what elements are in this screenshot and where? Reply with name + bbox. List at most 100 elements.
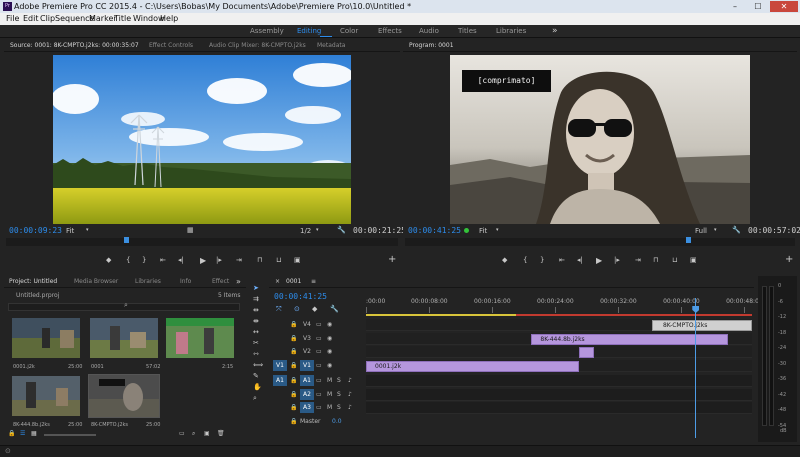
timeline-playhead[interactable] bbox=[695, 298, 697, 438]
program-current-timecode[interactable]: 00:00:41:25 bbox=[408, 226, 461, 235]
workspace-color[interactable]: Color bbox=[340, 25, 358, 38]
lift-button[interactable]: ⊓ bbox=[653, 256, 658, 264]
timeline-current-timecode[interactable]: 00:00:41:25 bbox=[274, 292, 327, 301]
slip-tool-icon[interactable]: ⇿ bbox=[253, 350, 259, 358]
voice-over-record-mic-icon[interactable]: ♪ bbox=[348, 391, 352, 398]
project-thumb-0001-j2k[interactable] bbox=[12, 318, 80, 358]
program-mark-in-button[interactable]: { bbox=[523, 256, 527, 264]
timeline-clip-v3[interactable]: 8K-444.8b.j2ks bbox=[531, 333, 729, 345]
source-playhead[interactable] bbox=[123, 237, 129, 243]
go-to-out-button[interactable]: ⇥ bbox=[236, 256, 242, 264]
menu-help[interactable]: Help bbox=[160, 13, 178, 25]
tab-program[interactable]: Program: 0001 bbox=[409, 40, 454, 52]
mark-out-button[interactable]: } bbox=[142, 256, 146, 264]
source-current-timecode[interactable]: 00:00:09:23 bbox=[9, 226, 62, 235]
step-forward-button[interactable]: |▸ bbox=[216, 256, 222, 264]
toggle-output-eye-icon[interactable]: ◉ bbox=[327, 335, 332, 342]
add-marker-icon[interactable]: ◆ bbox=[106, 256, 111, 264]
timeline-clip-v2[interactable] bbox=[578, 347, 595, 358]
source-fit-dropdown[interactable]: Fit bbox=[66, 227, 74, 235]
menu-file[interactable]: File bbox=[6, 13, 19, 25]
track-target-v3[interactable]: V3 bbox=[300, 333, 314, 344]
workspace-effects[interactable]: Effects bbox=[378, 25, 402, 38]
timeline-menu-icon[interactable]: ≡ bbox=[311, 276, 316, 288]
razor-tool-icon[interactable]: ✂ bbox=[253, 339, 259, 347]
source-settings-wrench-icon[interactable]: 🔧 bbox=[337, 226, 346, 234]
mark-in-button[interactable]: { bbox=[126, 256, 130, 264]
source-resolution-dropdown[interactable]: 1/2 bbox=[300, 227, 311, 235]
play-button[interactable]: ▶ bbox=[200, 256, 206, 265]
program-play-button[interactable]: ▶ bbox=[596, 256, 602, 265]
master-volume-value[interactable]: 0.0 bbox=[332, 418, 342, 425]
menu-edit[interactable]: Edit bbox=[23, 13, 39, 25]
clear-trash-icon[interactable]: 🗑 bbox=[217, 430, 225, 437]
timeline-tab-close-icon[interactable]: × bbox=[275, 276, 280, 288]
list-view-icon[interactable]: ☰ bbox=[20, 430, 25, 437]
tab-audio-clip-mixer[interactable]: Audio Clip Mixer: 8K-CMPTO.j2ks bbox=[209, 40, 306, 52]
extract-button[interactable]: ⊔ bbox=[672, 256, 677, 264]
tab-sequence-0001[interactable]: 0001 bbox=[286, 276, 301, 288]
program-fit-dropdown[interactable]: Fit bbox=[479, 227, 487, 235]
export-frame-camera-icon[interactable]: ▣ bbox=[294, 256, 301, 264]
source-patch-a1[interactable]: A1 bbox=[273, 375, 287, 386]
tab-info[interactable]: Info bbox=[180, 276, 191, 288]
selection-tool-icon[interactable]: ➤ bbox=[253, 284, 259, 292]
tab-effects[interactable]: Effect bbox=[212, 276, 229, 288]
track-lock-icon[interactable]: 🔒 bbox=[290, 391, 297, 398]
tab-source[interactable]: Source: 0001: 8K-CMPTO.j2ks: 00:00:35:07 bbox=[10, 40, 139, 52]
voice-over-record-mic-icon[interactable]: ♪ bbox=[348, 377, 352, 384]
timeline-settings-wrench-icon[interactable]: 🔧 bbox=[330, 305, 339, 313]
solo-track-button[interactable]: S bbox=[337, 404, 341, 411]
workspace-editing[interactable]: Editing bbox=[297, 25, 321, 38]
program-mark-out-button[interactable]: } bbox=[540, 256, 544, 264]
thumbnail-zoom-slider[interactable] bbox=[44, 434, 96, 436]
track-target-a1[interactable]: A1 bbox=[300, 375, 314, 386]
source-scrubber[interactable] bbox=[6, 238, 398, 246]
track-target-a2[interactable]: A2 bbox=[300, 388, 314, 400]
track-target-v1[interactable]: V1 bbox=[300, 359, 314, 371]
toggle-output-eye-icon[interactable]: ◉ bbox=[327, 321, 332, 328]
program-add-button-icon[interactable]: + bbox=[785, 254, 793, 265]
project-thumb-8k-cmpto[interactable] bbox=[88, 374, 160, 418]
timeline-clip-v1[interactable]: 0001.j2k bbox=[366, 360, 579, 372]
program-fit-chevron-icon[interactable]: ▾ bbox=[496, 227, 499, 233]
insert-button[interactable]: ⊓ bbox=[257, 256, 262, 264]
overwrite-button[interactable]: ⊔ bbox=[276, 256, 281, 264]
minimize-button[interactable]: – bbox=[724, 1, 746, 12]
source-patch-v1[interactable]: V1 bbox=[273, 359, 287, 371]
go-to-in-button[interactable]: ⇤ bbox=[160, 256, 166, 264]
program-resolution-dropdown[interactable]: Full bbox=[695, 227, 707, 235]
program-video-frame[interactable]: [comprimato] bbox=[450, 55, 750, 224]
mute-track-button[interactable]: M bbox=[327, 404, 332, 411]
menu-marker[interactable]: Marker bbox=[89, 13, 117, 25]
source-fit-chevron-icon[interactable]: ▾ bbox=[86, 227, 89, 233]
source-video-frame[interactable] bbox=[53, 55, 351, 224]
project-thumb-8k-444-b[interactable] bbox=[12, 376, 80, 416]
mute-track-button[interactable]: M bbox=[327, 391, 332, 398]
menu-clip[interactable]: Clip bbox=[40, 13, 55, 25]
icon-view-icon[interactable]: ▦ bbox=[31, 430, 37, 437]
slide-tool-icon[interactable]: ⟺ bbox=[253, 361, 263, 369]
rolling-edit-tool-icon[interactable]: ⇼ bbox=[253, 317, 259, 325]
film-icon[interactable]: ▦ bbox=[187, 226, 194, 234]
step-back-button[interactable]: ◂| bbox=[178, 256, 184, 264]
track-lock-icon[interactable]: 🔒 bbox=[290, 321, 297, 328]
ripple-edit-tool-icon[interactable]: ⇹ bbox=[253, 306, 259, 314]
project-thumb-0001-sequence[interactable] bbox=[90, 318, 158, 358]
workspace-audio[interactable]: Audio bbox=[419, 25, 439, 38]
toggle-output-eye-icon[interactable]: ◉ bbox=[327, 348, 332, 355]
linked-selection-icon[interactable]: ⊙ bbox=[294, 305, 300, 313]
source-resolution-chevron-icon[interactable]: ▾ bbox=[316, 227, 319, 233]
hand-tool-icon[interactable]: ✋ bbox=[253, 383, 262, 391]
solo-track-button[interactable]: S bbox=[337, 377, 341, 384]
sync-lock-icon[interactable]: ▭ bbox=[316, 335, 322, 342]
sync-lock-icon[interactable]: ▭ bbox=[316, 348, 322, 355]
track-lock-icon[interactable]: 🔒 bbox=[290, 335, 297, 342]
new-item-icon[interactable]: ▣ bbox=[204, 430, 210, 437]
workspace-libraries[interactable]: Libraries bbox=[496, 25, 526, 38]
sync-lock-icon[interactable]: ▭ bbox=[316, 321, 322, 328]
rate-stretch-tool-icon[interactable]: ↔ bbox=[253, 328, 259, 336]
track-lane-a3[interactable] bbox=[366, 402, 752, 414]
sync-lock-icon[interactable]: ▭ bbox=[316, 404, 322, 411]
project-thumb-8k-444[interactable] bbox=[166, 318, 234, 358]
